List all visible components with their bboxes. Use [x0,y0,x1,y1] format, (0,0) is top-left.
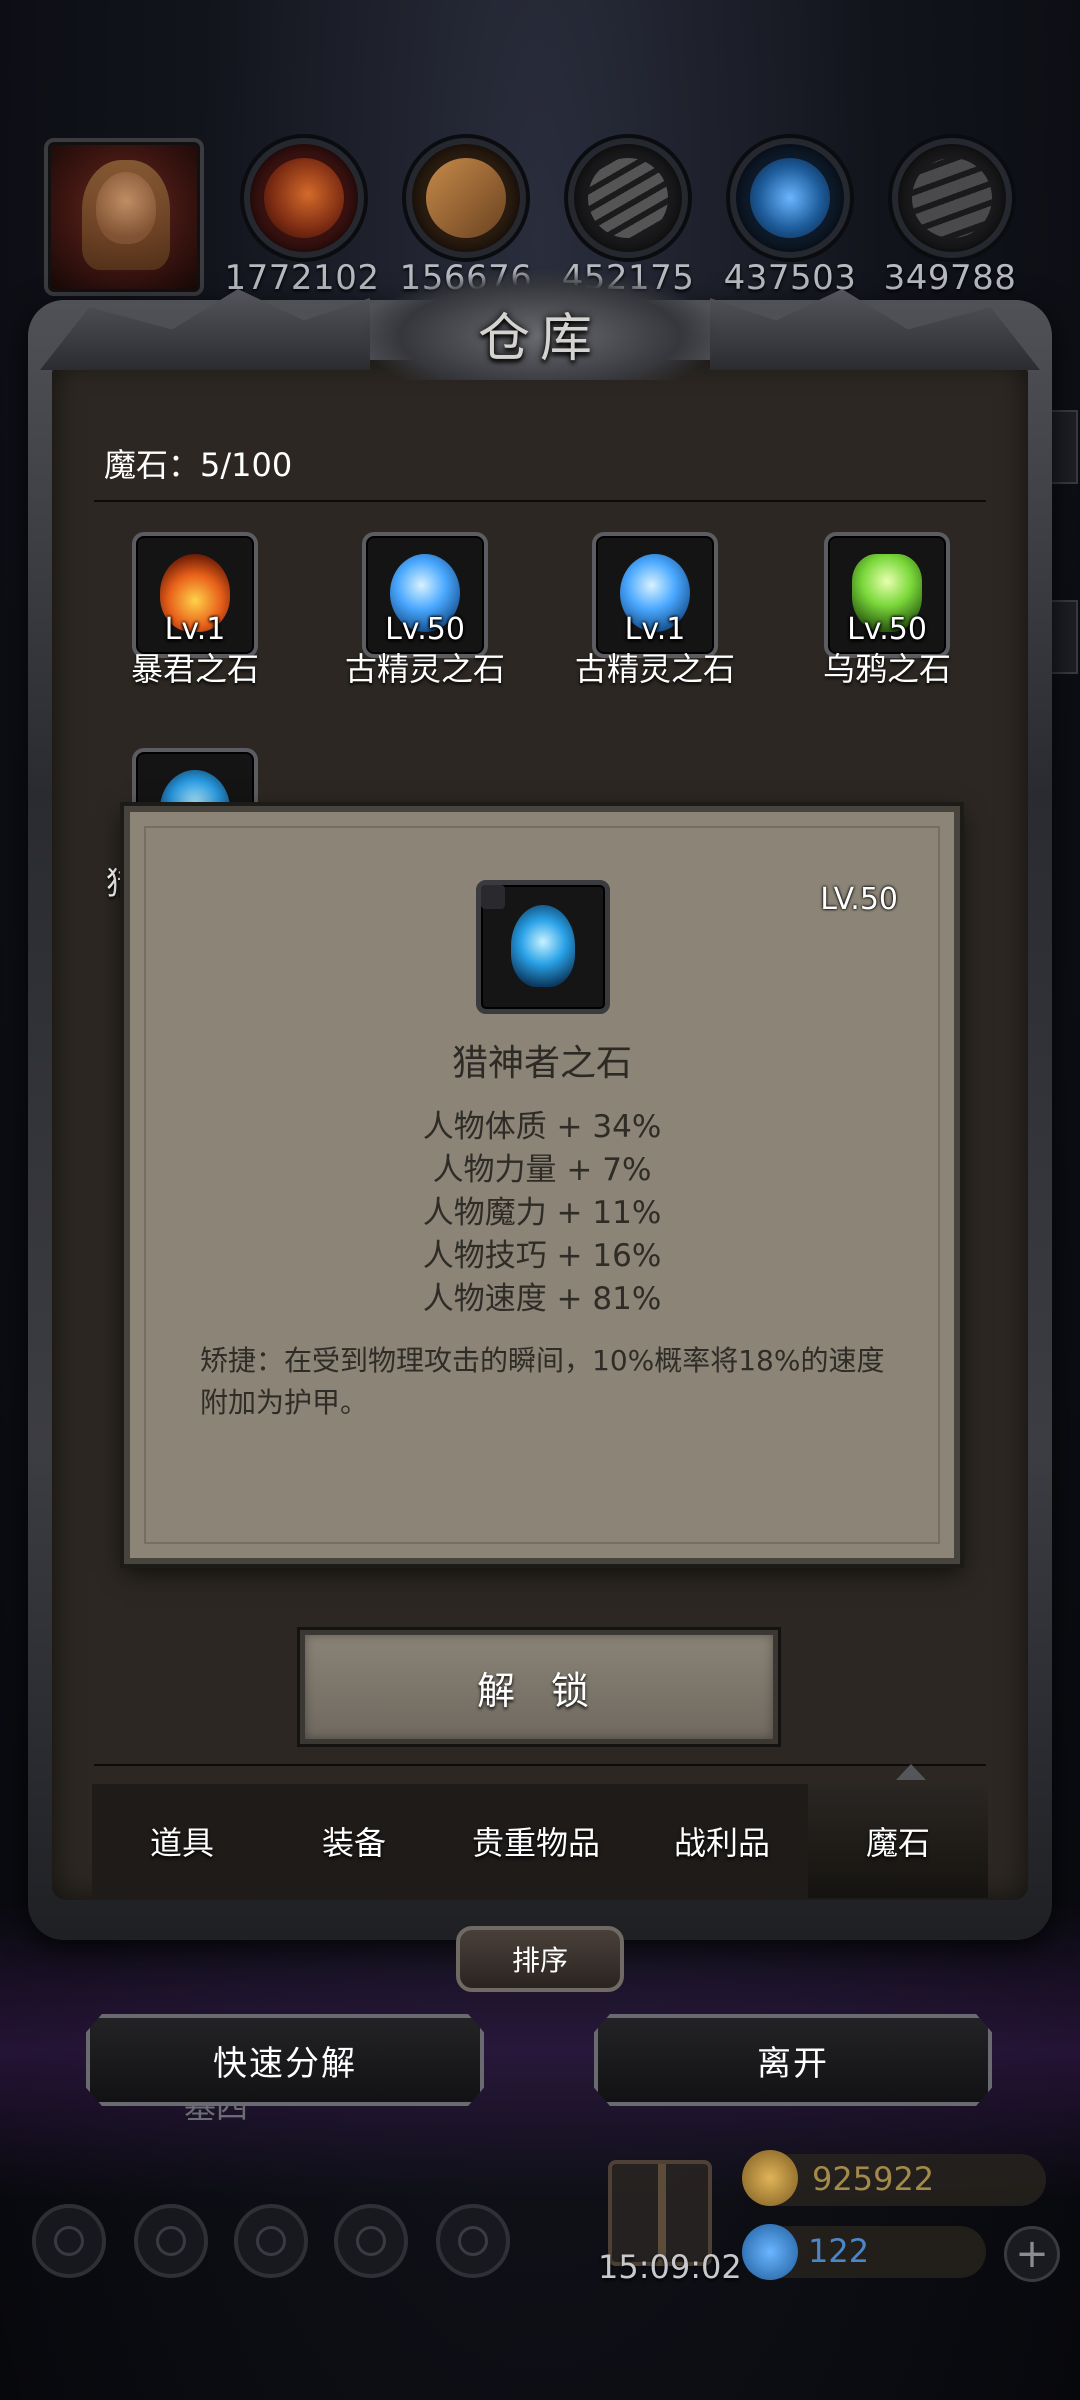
crystal-icon[interactable] [730,138,850,258]
wood-icon[interactable] [406,138,526,258]
stone-slot-2[interactable]: Lv.50 [362,532,488,658]
gift-timer: 15:09:02 [598,2248,742,2286]
leave-button[interactable]: 离开 [594,2014,992,2106]
mail-icon[interactable] [334,2204,408,2278]
tooltip-level: LV.50 [820,882,898,917]
gem-value: 122 [808,2232,870,2270]
achievement-icon[interactable] [134,2204,208,2278]
guild-icon[interactable] [234,2204,308,2278]
meat-icon[interactable] [244,138,364,258]
stone-slot-3[interactable]: Lv.1 [592,532,718,658]
stone-tooltip: LV.50 猎神者之石 人物体质 + 34% 人物力量 + 7% 人物魔力 + … [124,806,960,1564]
header-divider [94,500,986,502]
tooltip-stats: 人物体质 + 34% 人物力量 + 7% 人物魔力 + 11% 人物技巧 + 1… [130,1106,954,1321]
avatar-face [96,172,156,244]
tab-items[interactable]: 道具 [92,1784,272,1898]
tab-valuables[interactable]: 贵重物品 [446,1784,626,1898]
unlock-button[interactable]: 解 锁 [300,1630,778,1744]
category-tabs: 道具 装备 贵重物品 战利品 魔石 [92,1784,988,1898]
stat-strength: 人物力量 + 7% [432,1152,652,1188]
stone-slot-1[interactable]: Lv.1 [132,532,258,658]
stone-name: 暴君之石 [130,650,259,688]
stone-count: 魔石：5/100 [104,446,293,484]
stone-level: Lv.50 [385,612,465,647]
stat-skill: 人物技巧 + 16% [422,1238,662,1274]
meat-value: 1772102 [224,258,380,298]
stone-slot-4[interactable]: Lv.50 [824,532,950,658]
tooltip-stone-icon [476,880,610,1014]
stat-speed: 人物速度 + 81% [422,1281,662,1317]
warehouse-title: 仓库 [477,309,602,369]
stat-magic: 人物魔力 + 11% [422,1195,662,1231]
stone-level: Lv.1 [624,612,686,647]
gold-coin-icon [742,2150,798,2206]
add-currency-button[interactable]: + [1004,2226,1060,2282]
stone-level: Lv.50 [847,612,927,647]
blue-leaf-stone-icon [511,905,575,987]
lock-icon [481,885,505,909]
gem-icon [742,2224,798,2280]
shop-icon[interactable] [436,2204,510,2278]
stone-name: 古精灵之石 [574,650,735,688]
tab-magic-stones[interactable]: 魔石 [808,1784,988,1898]
tabs-divider [94,1764,986,1766]
stone-name: 乌鸦之石 [822,650,951,688]
stone-name: 古精灵之石 [344,650,505,688]
stone-icon[interactable] [892,138,1012,258]
stone-level: Lv.1 [164,612,226,647]
gold-value: 925922 [812,2160,935,2198]
tab-loot[interactable]: 战利品 [632,1784,812,1898]
quick-decompose-button[interactable]: 快速分解 [86,2014,484,2106]
settings-icon[interactable] [32,2204,106,2278]
stat-constitution: 人物体质 + 34% [422,1109,662,1145]
tooltip-stone-name: 猎神者之石 [451,1043,632,1084]
sort-button[interactable]: 排序 [456,1926,624,1992]
stone-value: 349788 [883,258,1017,298]
tooltip-description: 矫捷：在受到物理攻击的瞬间，10%概率将18%的速度附加为护甲。 [200,1344,885,1419]
iron-icon[interactable] [568,138,688,258]
tab-equipment[interactable]: 装备 [264,1784,444,1898]
player-avatar[interactable] [44,138,204,296]
